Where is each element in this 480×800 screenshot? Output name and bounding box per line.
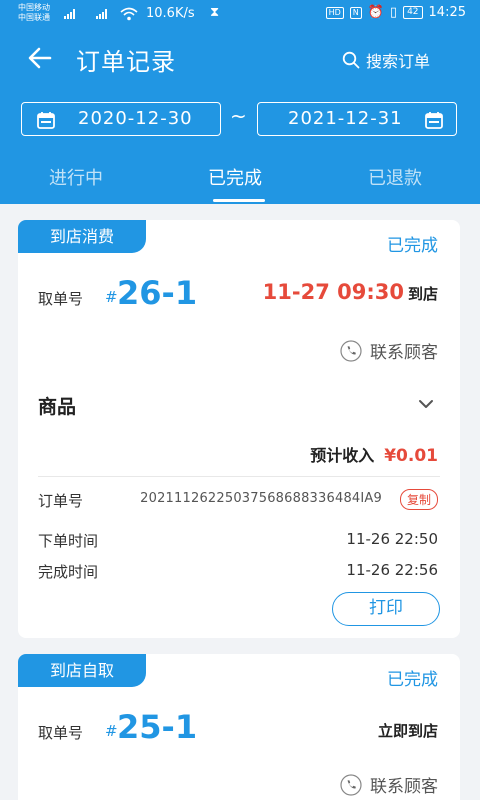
contact-customer-button[interactable]: 联系顾客 <box>340 772 438 797</box>
arrive-time-value: 11-27 09:30 <box>262 280 404 304</box>
phone-icon <box>340 339 362 362</box>
pick-number-label: 取单号 <box>38 290 84 308</box>
chevron-down-icon[interactable] <box>418 398 434 410</box>
start-date-picker[interactable]: 2020-12-30 <box>21 102 221 136</box>
carrier-labels: 中国移动 中国联通 <box>18 3 50 22</box>
order-number-value: 20211126225037568688336484IA9 <box>140 491 382 506</box>
arrive-suffix: 到店 <box>407 285 438 303</box>
print-button[interactable]: 打印 <box>332 592 440 626</box>
contact-customer-label: 联系顾客 <box>370 343 438 363</box>
calendar-icon <box>37 112 55 129</box>
nfc-icon: N <box>349 6 362 19</box>
expected-income: 预计收入 ¥0.01 <box>310 442 438 466</box>
order-status: 已完成 <box>387 670 438 690</box>
search-icon <box>342 51 360 69</box>
copy-button[interactable]: 复制 <box>399 489 438 510</box>
status-bar: 中国移动 中国联通 10.6K/s ⧗ HD N ⏰ ▯ 42 14:25 <box>0 0 480 28</box>
contact-customer-label: 联系顾客 <box>370 777 438 797</box>
signal-icon <box>64 9 75 19</box>
date-separator: ~ <box>230 104 247 128</box>
alarm-icon: ⏰ <box>367 5 384 20</box>
pick-number-hash: # <box>105 722 118 740</box>
created-time-label: 下单时间 <box>38 532 99 550</box>
hourglass-icon: ⧗ <box>210 5 220 20</box>
page-title: 订单记录 <box>76 48 176 76</box>
order-number-row: 订单号 20211126225037568688336484IA9 复制 <box>38 489 438 511</box>
vibrate-icon: ▯ <box>389 5 398 20</box>
calendar-icon <box>425 112 443 129</box>
tab-completed[interactable]: 已完成 <box>208 164 262 190</box>
goods-section-title: 商品 <box>38 396 77 418</box>
net-speed: 10.6K/s <box>146 6 195 21</box>
tab-refunded[interactable]: 已退款 <box>368 164 422 190</box>
order-type-tag: 到店消费 <box>18 220 146 253</box>
order-card[interactable]: 到店自取 已完成 取单号 # 25-1 立即到店 联系顾客 <box>18 654 460 800</box>
order-status: 已完成 <box>387 236 438 256</box>
status-time: 14:25 <box>428 5 466 20</box>
pick-number: 25-1 <box>117 708 198 746</box>
order-type-tag: 到店自取 <box>18 654 146 687</box>
pick-number-label: 取单号 <box>38 724 84 742</box>
status-tabs: 进行中 已完成 已退款 <box>0 162 480 204</box>
search-order-button[interactable]: 搜索订单 <box>342 48 430 72</box>
search-order-label: 搜索订单 <box>365 52 430 71</box>
tab-in-progress[interactable]: 进行中 <box>49 164 103 190</box>
end-date-value: 2021-12-31 <box>288 108 403 129</box>
pick-number: 26-1 <box>117 274 198 312</box>
signal-icon-2 <box>96 9 107 19</box>
created-time-row: 下单时间 11-26 22:50 <box>38 530 438 551</box>
created-time-value: 11-26 22:50 <box>346 530 438 548</box>
finished-time-label: 完成时间 <box>38 563 99 581</box>
tab-indicator <box>213 199 265 202</box>
finished-time-row: 完成时间 11-26 22:56 <box>38 561 438 582</box>
status-right: HD N ⏰ ▯ 42 14:25 <box>325 5 466 20</box>
expected-income-label: 预计收入 <box>310 446 375 465</box>
app-header: 订单记录 搜索订单 <box>0 36 480 82</box>
phone-icon <box>340 773 362 796</box>
pick-number-hash: # <box>105 288 118 306</box>
wifi-icon <box>120 7 138 21</box>
arrive-time: 11-27 09:30 到店 <box>263 280 438 304</box>
order-card[interactable]: 到店消费 已完成 取单号 # 26-1 11-27 09:30 到店 联系顾客 商… <box>18 220 460 638</box>
expected-income-amount: ¥0.01 <box>384 446 438 466</box>
hd-badge: HD <box>325 6 344 19</box>
divider <box>38 476 440 477</box>
contact-customer-button[interactable]: 联系顾客 <box>340 338 438 363</box>
finished-time-value: 11-26 22:56 <box>346 561 438 579</box>
back-arrow-icon[interactable] <box>26 44 54 72</box>
battery-icon: 42 <box>403 6 423 19</box>
order-number-label: 订单号 <box>38 492 84 510</box>
start-date-value: 2020-12-30 <box>78 108 193 129</box>
end-date-picker[interactable]: 2021-12-31 <box>257 102 457 136</box>
arrive-immediately: 立即到店 <box>377 722 438 740</box>
